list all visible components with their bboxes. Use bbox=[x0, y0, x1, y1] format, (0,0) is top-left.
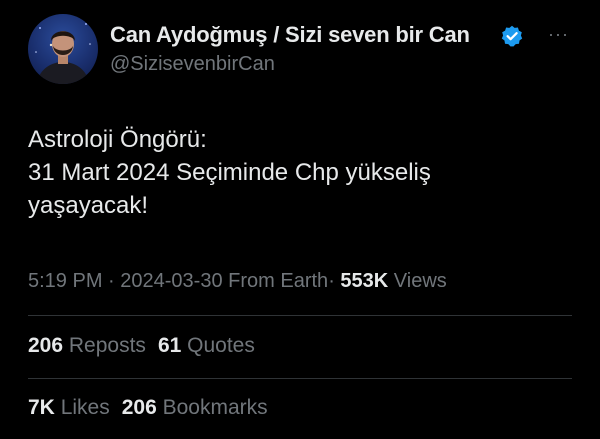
tweet-text-line: yaşayacak! bbox=[28, 192, 149, 219]
quotes-count: 61 bbox=[157, 334, 182, 357]
author-avatar[interactable] bbox=[28, 14, 98, 84]
quotes-label: Quotes bbox=[187, 334, 255, 357]
tweet-meta: 5:19 PM · 2024-03-30 From Earth· 553K Vi… bbox=[28, 270, 447, 293]
meta-separator: · bbox=[328, 270, 335, 292]
divider bbox=[28, 315, 572, 316]
avatar-image bbox=[35, 23, 91, 84]
engagement-row-likes-bookmarks: 7K Likes 206 Bookmarks bbox=[28, 396, 268, 420]
likes-label: Likes bbox=[60, 396, 110, 419]
author-handle[interactable]: @SizisevenbirCan bbox=[110, 53, 275, 76]
quotes-stat[interactable]: 61 Quotes bbox=[158, 334, 255, 357]
views-label: Views bbox=[393, 270, 447, 292]
tweet-date[interactable]: 2024-03-30 bbox=[120, 270, 222, 292]
tweet-source: From Earth bbox=[228, 270, 329, 292]
reposts-label: Reposts bbox=[68, 334, 146, 357]
author-display-name[interactable]: Can Aydoğmuş / Sizi seven bir Can bbox=[110, 22, 470, 48]
reposts-count: 206 bbox=[28, 334, 64, 357]
reposts-stat[interactable]: 206 Reposts bbox=[28, 334, 146, 357]
meta-separator: · bbox=[108, 270, 115, 292]
bookmarks-count: 206 bbox=[121, 396, 157, 419]
views-count: 553K bbox=[340, 270, 389, 292]
engagement-row-reposts-quotes: 206 Reposts 61 Quotes bbox=[28, 334, 255, 358]
tweet-time[interactable]: 5:19 PM bbox=[28, 270, 102, 292]
bookmarks-stat[interactable]: 206 Bookmarks bbox=[122, 396, 268, 419]
bookmarks-label: Bookmarks bbox=[162, 396, 268, 419]
more-options-icon[interactable]: ··· bbox=[548, 24, 572, 44]
tweet-text-line: 31 Mart 2024 Seçiminde Chp yükseliş bbox=[28, 159, 431, 186]
tweet-text: Astroloji Öngörü: 31 Mart 2024 Seçiminde… bbox=[28, 123, 568, 222]
tweet-detail: Can Aydoğmuş / Sizi seven bir Can ··· @S… bbox=[0, 0, 600, 439]
verified-badge-icon bbox=[501, 25, 523, 47]
divider bbox=[28, 378, 572, 379]
tweet-text-line: Astroloji Öngörü: bbox=[28, 126, 207, 153]
likes-count: 7K bbox=[28, 396, 55, 419]
likes-stat[interactable]: 7K Likes bbox=[28, 396, 110, 419]
